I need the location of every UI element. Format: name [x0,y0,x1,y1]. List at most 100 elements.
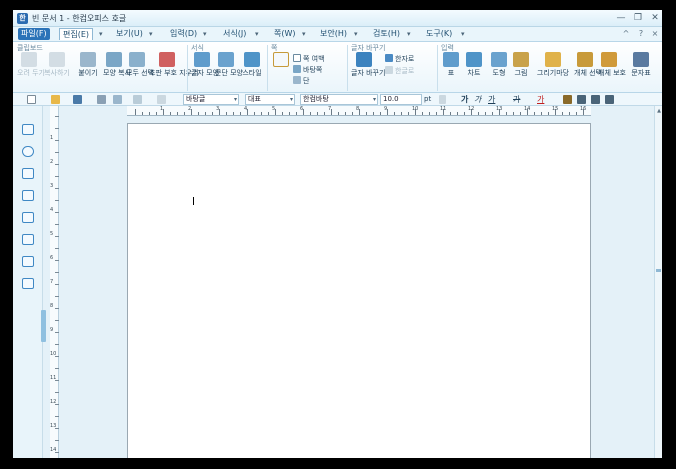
doc-close-button[interactable]: × [648,29,662,39]
object-select-button[interactable]: 개체 선택 [574,52,602,77]
ruler-tick [485,112,486,115]
text-art-icon[interactable] [22,278,34,289]
ruler-tick [55,308,59,309]
table-button[interactable]: 표 [441,52,461,77]
vertical-scrollbar[interactable]: ▲ [654,106,662,458]
char-replace-button[interactable]: 글자 바꾸기 [351,52,385,77]
picture-button[interactable]: 그림 [511,52,531,77]
shape-button[interactable]: 도형 [489,52,509,77]
menu-insert[interactable]: 입력(D) [167,28,200,40]
ruler-number: 14 [50,447,57,453]
menu-page-arrow-icon[interactable]: ▾ [302,28,306,40]
drawing-button[interactable]: 그리기마당 [534,52,572,77]
lightning-icon[interactable] [22,190,34,201]
save-icon[interactable] [73,95,82,104]
ruler-number: 7 [328,106,332,112]
font-combo[interactable]: 한컴바탕 ▾ [300,94,378,105]
close-button[interactable]: ✕ [647,12,662,24]
help-circle-icon[interactable] [22,146,34,157]
strike-button[interactable]: 가 [513,94,520,105]
list-icon[interactable] [22,168,34,179]
ruler-tick [55,140,59,141]
menu-format[interactable]: 서식(J) [220,28,249,40]
print-icon[interactable] [97,95,106,104]
chart-button[interactable]: 차트 [463,52,485,77]
font-color-button[interactable]: 가 [537,94,544,105]
page-margin-icon [293,54,301,62]
menu-security[interactable]: 보안(H) [317,28,350,40]
style-button[interactable]: 스타일 [239,52,265,77]
menu-review-arrow-icon[interactable]: ▾ [407,28,411,40]
menu-file[interactable]: 파일(F) [18,28,50,40]
scroll-up-icon[interactable]: ▲ [656,108,662,114]
menu-view-arrow-icon[interactable]: ▾ [149,28,153,40]
hanja-button[interactable]: 한자로 [385,54,414,64]
char-map-button[interactable]: 문자표 [627,52,655,77]
menu-security-arrow-icon[interactable]: ▾ [354,28,358,40]
hangul-button[interactable]: 한글로 [385,66,414,76]
menu-edit-arrow-icon[interactable]: ▾ [99,28,103,40]
highlight-icon[interactable] [563,95,572,104]
document-canvas [60,116,654,458]
redo-icon[interactable] [157,95,166,104]
italic-button[interactable]: 가 [474,94,481,105]
page-margin-button[interactable]: 쪽 여백 [293,54,325,64]
image-icon[interactable] [22,256,34,267]
new-doc-icon[interactable] [27,95,36,104]
menu-tools-arrow-icon[interactable]: ▾ [461,28,465,40]
align-center-icon[interactable] [591,95,600,104]
rail-collapse-tab[interactable] [41,310,46,342]
scroll-position-marker[interactable] [656,269,661,272]
style-combo[interactable]: 바탕글 ▾ [183,94,239,105]
layout-icon[interactable] [22,234,34,245]
underline-button[interactable]: 가 [488,94,495,105]
menu-review[interactable]: 검토(H) [370,28,403,40]
page-icon [273,52,289,67]
align-left-icon[interactable] [577,95,586,104]
menu-format-arrow-icon[interactable]: ▾ [255,28,259,40]
ruler-tick [55,224,59,225]
open-folder-icon[interactable] [51,95,60,104]
document-page[interactable] [127,123,591,458]
columns-button[interactable]: 단 [293,76,309,86]
minimize-button[interactable]: — [613,12,629,24]
size-stepper[interactable] [439,95,446,104]
char-shape-button[interactable]: 글자 모양 [191,52,219,77]
ruler-tick [457,112,458,115]
history-icon[interactable] [22,124,34,135]
ribbon-collapse-button[interactable]: ^ [619,29,633,39]
menu-edit[interactable]: 편집(E) [59,28,94,40]
copy-button[interactable]: 복사하기 [41,52,73,77]
ruler-number: 16 [580,106,587,112]
ruler-tick [408,112,409,115]
document-icon[interactable] [22,212,34,223]
undo-icon[interactable] [133,95,142,104]
para-shape-button[interactable]: 문단 모양 [215,52,243,77]
chart-icon [466,52,482,67]
ruler-tick [170,112,171,115]
page-bg-button[interactable]: 바탕쪽 [293,65,322,75]
clear-marks-button[interactable]: 조판 부호 지우기 [149,52,199,77]
align-right-icon[interactable] [605,95,614,104]
char-map-icon [633,52,649,67]
ruler-number: 15 [552,106,559,112]
cut-button[interactable]: 오려 두기 [17,52,45,77]
menu-tools[interactable]: 도구(K) [423,28,455,40]
lang-combo[interactable]: 대표 ▾ [245,94,295,105]
help-button[interactable]: ? [634,29,648,39]
preview-icon[interactable] [113,95,122,104]
font-size-input[interactable]: 10.0 [380,94,422,105]
select-all-button[interactable]: 모두 선택 [126,52,154,77]
menu-page[interactable]: 쪽(W) [271,28,299,40]
object-protect-button[interactable]: 개체 보호 [598,52,626,77]
font-size-unit[interactable]: pt [424,94,431,105]
menu-view[interactable]: 보기(U) [113,28,146,40]
format-copy-button[interactable]: 모양 복사 [103,52,131,77]
scissors-icon [21,52,37,67]
paste-button[interactable]: 붙이기 [75,52,101,77]
bold-button[interactable]: 가 [461,94,468,105]
ruler-tick [478,112,479,115]
page-setup-button[interactable] [271,52,291,67]
menu-insert-arrow-icon[interactable]: ▾ [203,28,207,40]
restore-button[interactable]: ❐ [630,12,646,24]
